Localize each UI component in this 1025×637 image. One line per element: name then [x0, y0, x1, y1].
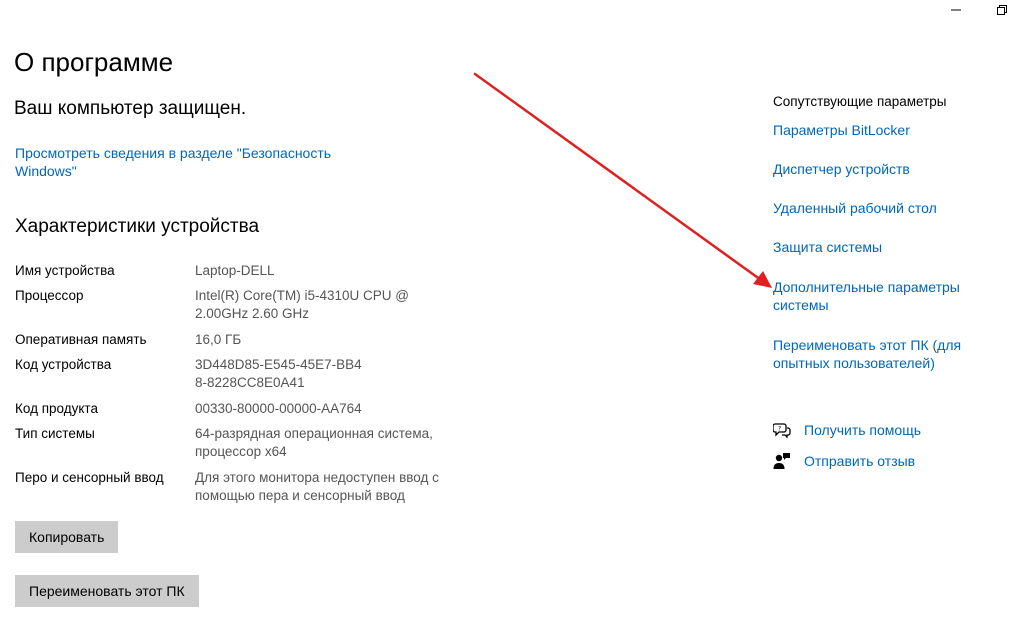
get-help-link[interactable]: Получить помощь — [804, 422, 921, 438]
device-manager-link[interactable]: Диспетчер устройств — [773, 160, 993, 178]
minimize-icon — [951, 9, 961, 11]
protection-status: Ваш компьютер защищен. — [14, 98, 247, 119]
copy-button[interactable]: Копировать — [15, 521, 119, 553]
minimize-button[interactable] — [933, 0, 979, 20]
spec-value-pen-touch: Для этого монитора недоступен ввод с пом… — [195, 470, 439, 503]
spec-value-ram: 16,0 ГБ — [195, 332, 242, 347]
spec-value-device-id: 3D448D85-E545-45E7-BB48-8228CC8E0A41 — [195, 357, 362, 390]
window-controls — [933, 0, 1025, 20]
spec-label-device-id: Код устройства — [15, 357, 112, 372]
spec-value-device-name: Laptop-DELL — [195, 263, 275, 278]
spec-value-processor: Intel(R) Core(TM) i5-4310U CPU @ 2.00GHz… — [195, 288, 409, 321]
spec-label-system-type: Тип системы — [15, 426, 95, 441]
related-settings-title: Сопутствующие параметры — [773, 94, 947, 109]
spec-label-device-name: Имя устройства — [15, 263, 115, 278]
feedback-row[interactable]: Отправить отзыв — [772, 452, 915, 470]
spec-value-system-type: 64-разрядная операционная система, проце… — [195, 426, 433, 459]
rename-pc-advanced-link[interactable]: Переименовать этот ПК (для опытных польз… — [773, 336, 973, 372]
spec-label-product-id: Код продукта — [15, 401, 98, 416]
spec-label-ram: Оперативная память — [15, 332, 147, 347]
page-title: О программе — [14, 47, 174, 77]
restore-icon — [997, 5, 1007, 15]
send-feedback-link[interactable]: Отправить отзыв — [804, 453, 915, 469]
bitlocker-settings-link[interactable]: Параметры BitLocker — [773, 121, 993, 139]
help-chat-icon: ? — [772, 421, 792, 439]
spec-value-product-id: 00330-80000-00000-AA764 — [195, 401, 362, 416]
device-specs-heading: Характеристики устройства — [15, 216, 260, 237]
rename-pc-button[interactable]: Переименовать этот ПК — [15, 575, 199, 607]
spec-label-pen-touch: Перо и сенсорный ввод — [15, 470, 164, 485]
advanced-system-settings-link[interactable]: Дополнительные параметры системы — [773, 278, 973, 314]
system-protection-link[interactable]: Защита системы — [773, 238, 993, 256]
get-help-row[interactable]: ? Получить помощь — [772, 421, 921, 439]
windows-security-link[interactable]: Просмотреть сведения в разделе "Безопасн… — [15, 144, 345, 180]
svg-text:?: ? — [778, 426, 781, 433]
feedback-person-icon — [772, 452, 792, 470]
remote-desktop-link[interactable]: Удаленный рабочий стол — [773, 199, 993, 217]
restore-button[interactable] — [979, 0, 1025, 20]
spec-label-processor: Процессор — [15, 288, 84, 303]
